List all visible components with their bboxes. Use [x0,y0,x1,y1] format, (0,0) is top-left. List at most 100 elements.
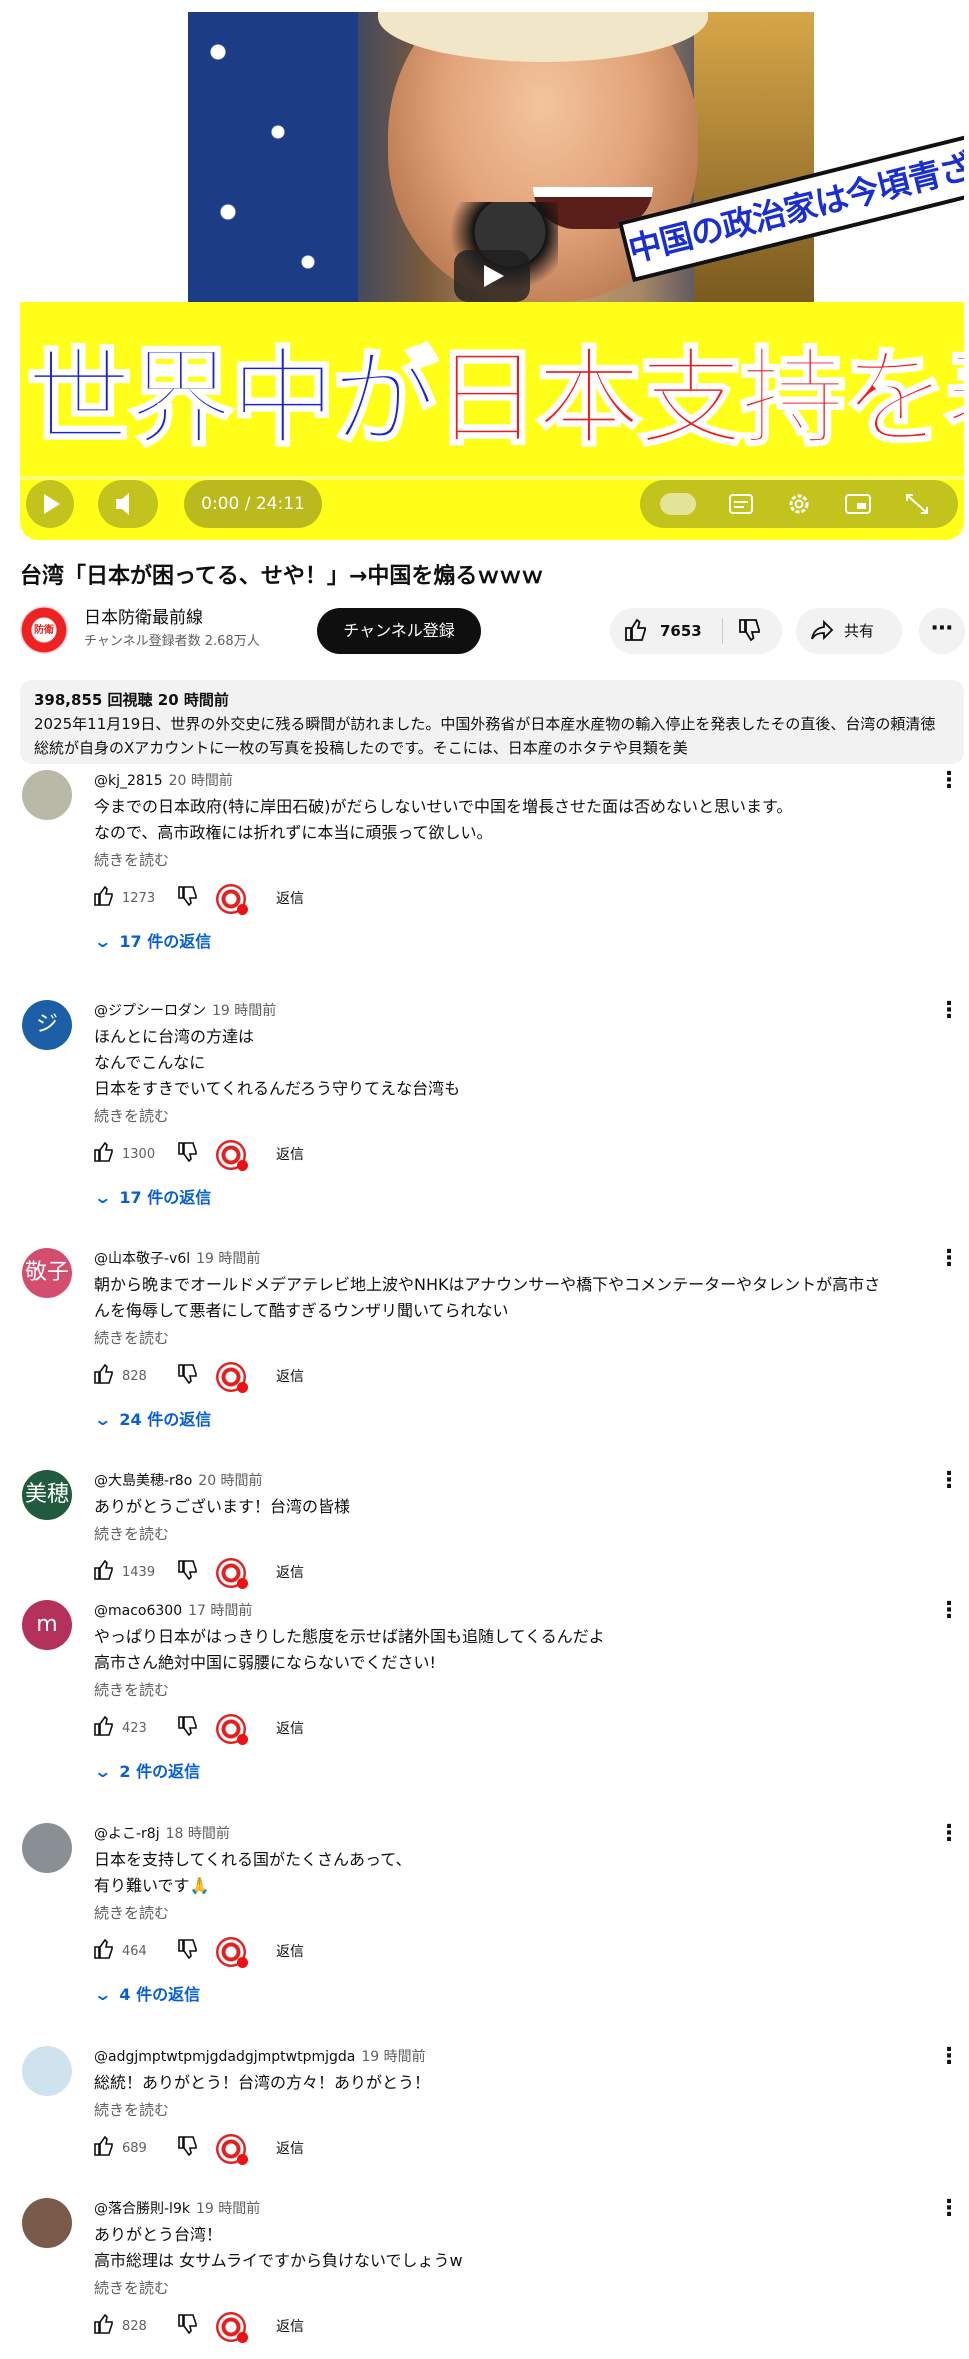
thumbs-down-icon[interactable] [178,2314,197,2339]
comment-menu-icon[interactable]: ⋮ [938,770,960,792]
reply-button[interactable]: 返信 [276,1556,304,1590]
comment-body: 総統！ありがとう！台湾の方々！ありがとう！ [94,2070,934,2096]
video-player[interactable]: 世界中が日本支持を表明 中国の政治家は今頃青ざめてる 0:00 / 24:11 [20,12,964,540]
settings-gear-icon[interactable] [786,491,812,517]
commenter-avatar[interactable] [22,2198,72,2248]
read-more-link[interactable]: 続きを読む [94,1678,169,1702]
comment-time[interactable]: 18 時間前 [166,1826,230,1842]
commenter-avatar[interactable] [22,2046,72,2096]
commenter-handle[interactable]: @山本敬子-v6l [94,1251,190,1267]
comment-time[interactable]: 20 時間前 [169,773,233,789]
commenter-avatar[interactable]: m [22,1600,72,1650]
thumbs-up-icon[interactable] [94,1141,113,1167]
comment-time[interactable]: 19 時間前 [196,1251,260,1267]
view-replies-button[interactable]: ⌄ 17 件の返信 [93,928,211,956]
reply-button[interactable]: 返信 [276,2310,304,2344]
thumbs-down-icon[interactable] [738,618,760,648]
comment-time[interactable]: 17 時間前 [188,1603,252,1619]
like-dislike-group: 7653 [610,608,782,654]
comment-time[interactable]: 19 時間前 [361,2049,425,2065]
read-more-link[interactable]: 続きを読む [94,1901,169,1925]
thumbs-up-icon[interactable] [94,2135,113,2161]
play-icon [44,494,60,514]
thumbs-down-icon[interactable] [178,1142,197,1167]
description-box[interactable]: 398,855 回視聴 20 時間前 2025年11月19日、世界の外交史に残る… [20,680,964,764]
comment-body: 朝から晩までオールドメデアテレビ地上波やNHKはアナウンサーや橋下やコメンテータ… [94,1272,934,1324]
channel-name[interactable]: 日本防衛最前線 [84,606,203,630]
commenter-avatar[interactable] [22,1823,72,1873]
read-more-link[interactable]: 続きを読む [94,2098,169,2122]
creator-heart-icon [216,1558,248,1589]
comment-time[interactable]: 20 時間前 [198,1473,262,1489]
like-count: 7653 [660,622,702,640]
comment-menu-icon[interactable]: ⋮ [938,2198,960,2220]
comment-line: 高市総理は 女サムライですから負けないでしょうw [94,2251,463,2270]
reply-button[interactable]: 返信 [276,1138,304,1172]
thumbs-down-icon[interactable] [178,1939,197,1964]
commenter-handle[interactable]: @ジプシーロダン [94,1003,206,1019]
reply-button[interactable]: 返信 [276,2132,304,2166]
comment-menu-icon[interactable]: ⋮ [938,2046,960,2068]
commenter-handle[interactable]: @よこ-r8j [94,1826,160,1842]
thumbs-up-icon[interactable] [94,2313,113,2339]
read-more-link[interactable]: 続きを読む [94,848,169,872]
view-replies-button[interactable]: ⌄ 24 件の返信 [93,1406,211,1434]
thumbs-down-icon[interactable] [178,1364,197,1389]
creator-heart-icon [216,1362,248,1393]
comment-header: @adgjmptwtpmjgdadgjmptwtpmjgda 19 時間前 [94,2046,426,2068]
comment-menu-icon[interactable]: ⋮ [938,1470,960,1492]
commenter-handle[interactable]: @落合勝則-l9k [94,2201,190,2217]
view-replies-button[interactable]: ⌄ 4 件の返信 [93,1981,200,2009]
thumbs-down-icon[interactable] [178,2136,197,2161]
more-actions-button[interactable]: ⋯ [919,608,965,654]
comment-body: ありがとう台湾！ 高市総理は 女サムライですから負けないでしょうw [94,2222,934,2274]
fullscreen-icon[interactable] [904,492,930,516]
thumbs-up-icon[interactable] [94,1938,113,1964]
replies-count: 17 件の返信 [119,1188,212,1207]
thumbs-up-icon[interactable] [94,1559,113,1585]
read-more-link[interactable]: 続きを読む [94,1326,169,1350]
like-button[interactable]: 7653 [610,608,720,654]
share-button[interactable]: 共有 [796,608,902,654]
thumbs-up-icon[interactable] [94,1363,113,1389]
commenter-handle[interactable]: @adgjmptwtpmjgdadgjmptwtpmjgda [94,2049,355,2065]
commenter-avatar[interactable]: 敬子 [22,1248,72,1298]
read-more-link[interactable]: 続きを読む [94,1522,169,1546]
thumbs-up-icon[interactable] [94,885,113,911]
volume-button[interactable] [98,480,158,528]
play-overlay-icon[interactable] [454,250,530,302]
thumbs-down-icon[interactable] [178,886,197,911]
view-replies-button[interactable]: ⌄ 17 件の返信 [93,1184,212,1212]
commenter-avatar[interactable]: 美穂 [22,1470,72,1520]
headline-blue: 世界中が [25,336,440,462]
comment-time[interactable]: 19 時間前 [212,1003,276,1019]
thumbs-down-icon[interactable] [178,1560,197,1585]
subscribe-button[interactable]: チャンネル登録 [317,608,481,654]
commenter-handle[interactable]: @maco6300 [94,1603,182,1619]
thumbs-up-icon[interactable] [94,1715,113,1741]
read-more-link[interactable]: 続きを読む [94,1104,169,1128]
reply-button[interactable]: 返信 [276,1935,304,1969]
play-button[interactable] [26,480,74,528]
comment-like-count: 828 [122,1369,147,1384]
comment-menu-icon[interactable]: ⋮ [938,1000,960,1022]
comment-menu-icon[interactable]: ⋮ [938,1600,960,1622]
avatar-initial: 敬子 [24,1260,69,1285]
autoplay-toggle[interactable] [660,493,696,515]
comment-menu-icon[interactable]: ⋮ [938,1248,960,1270]
view-replies-button[interactable]: ⌄ 2 件の返信 [93,1758,200,1786]
thumbs-down-icon[interactable] [178,1716,197,1741]
channel-avatar[interactable]: 防衛 [20,606,68,654]
reply-button[interactable]: 返信 [276,1360,304,1394]
read-more-link[interactable]: 続きを読む [94,2276,169,2300]
subtitles-icon[interactable] [728,492,754,516]
comment-time[interactable]: 19 時間前 [196,2201,260,2217]
comment-menu-icon[interactable]: ⋮ [938,1823,960,1845]
reply-button[interactable]: 返信 [276,1712,304,1746]
commenter-avatar[interactable] [22,770,72,820]
commenter-handle[interactable]: @kj_2815 [94,773,163,789]
miniplayer-icon[interactable] [844,492,872,516]
reply-button[interactable]: 返信 [276,882,304,916]
commenter-handle[interactable]: @大島美穂-r8o [94,1473,192,1489]
commenter-avatar[interactable]: ジ [22,1000,72,1050]
